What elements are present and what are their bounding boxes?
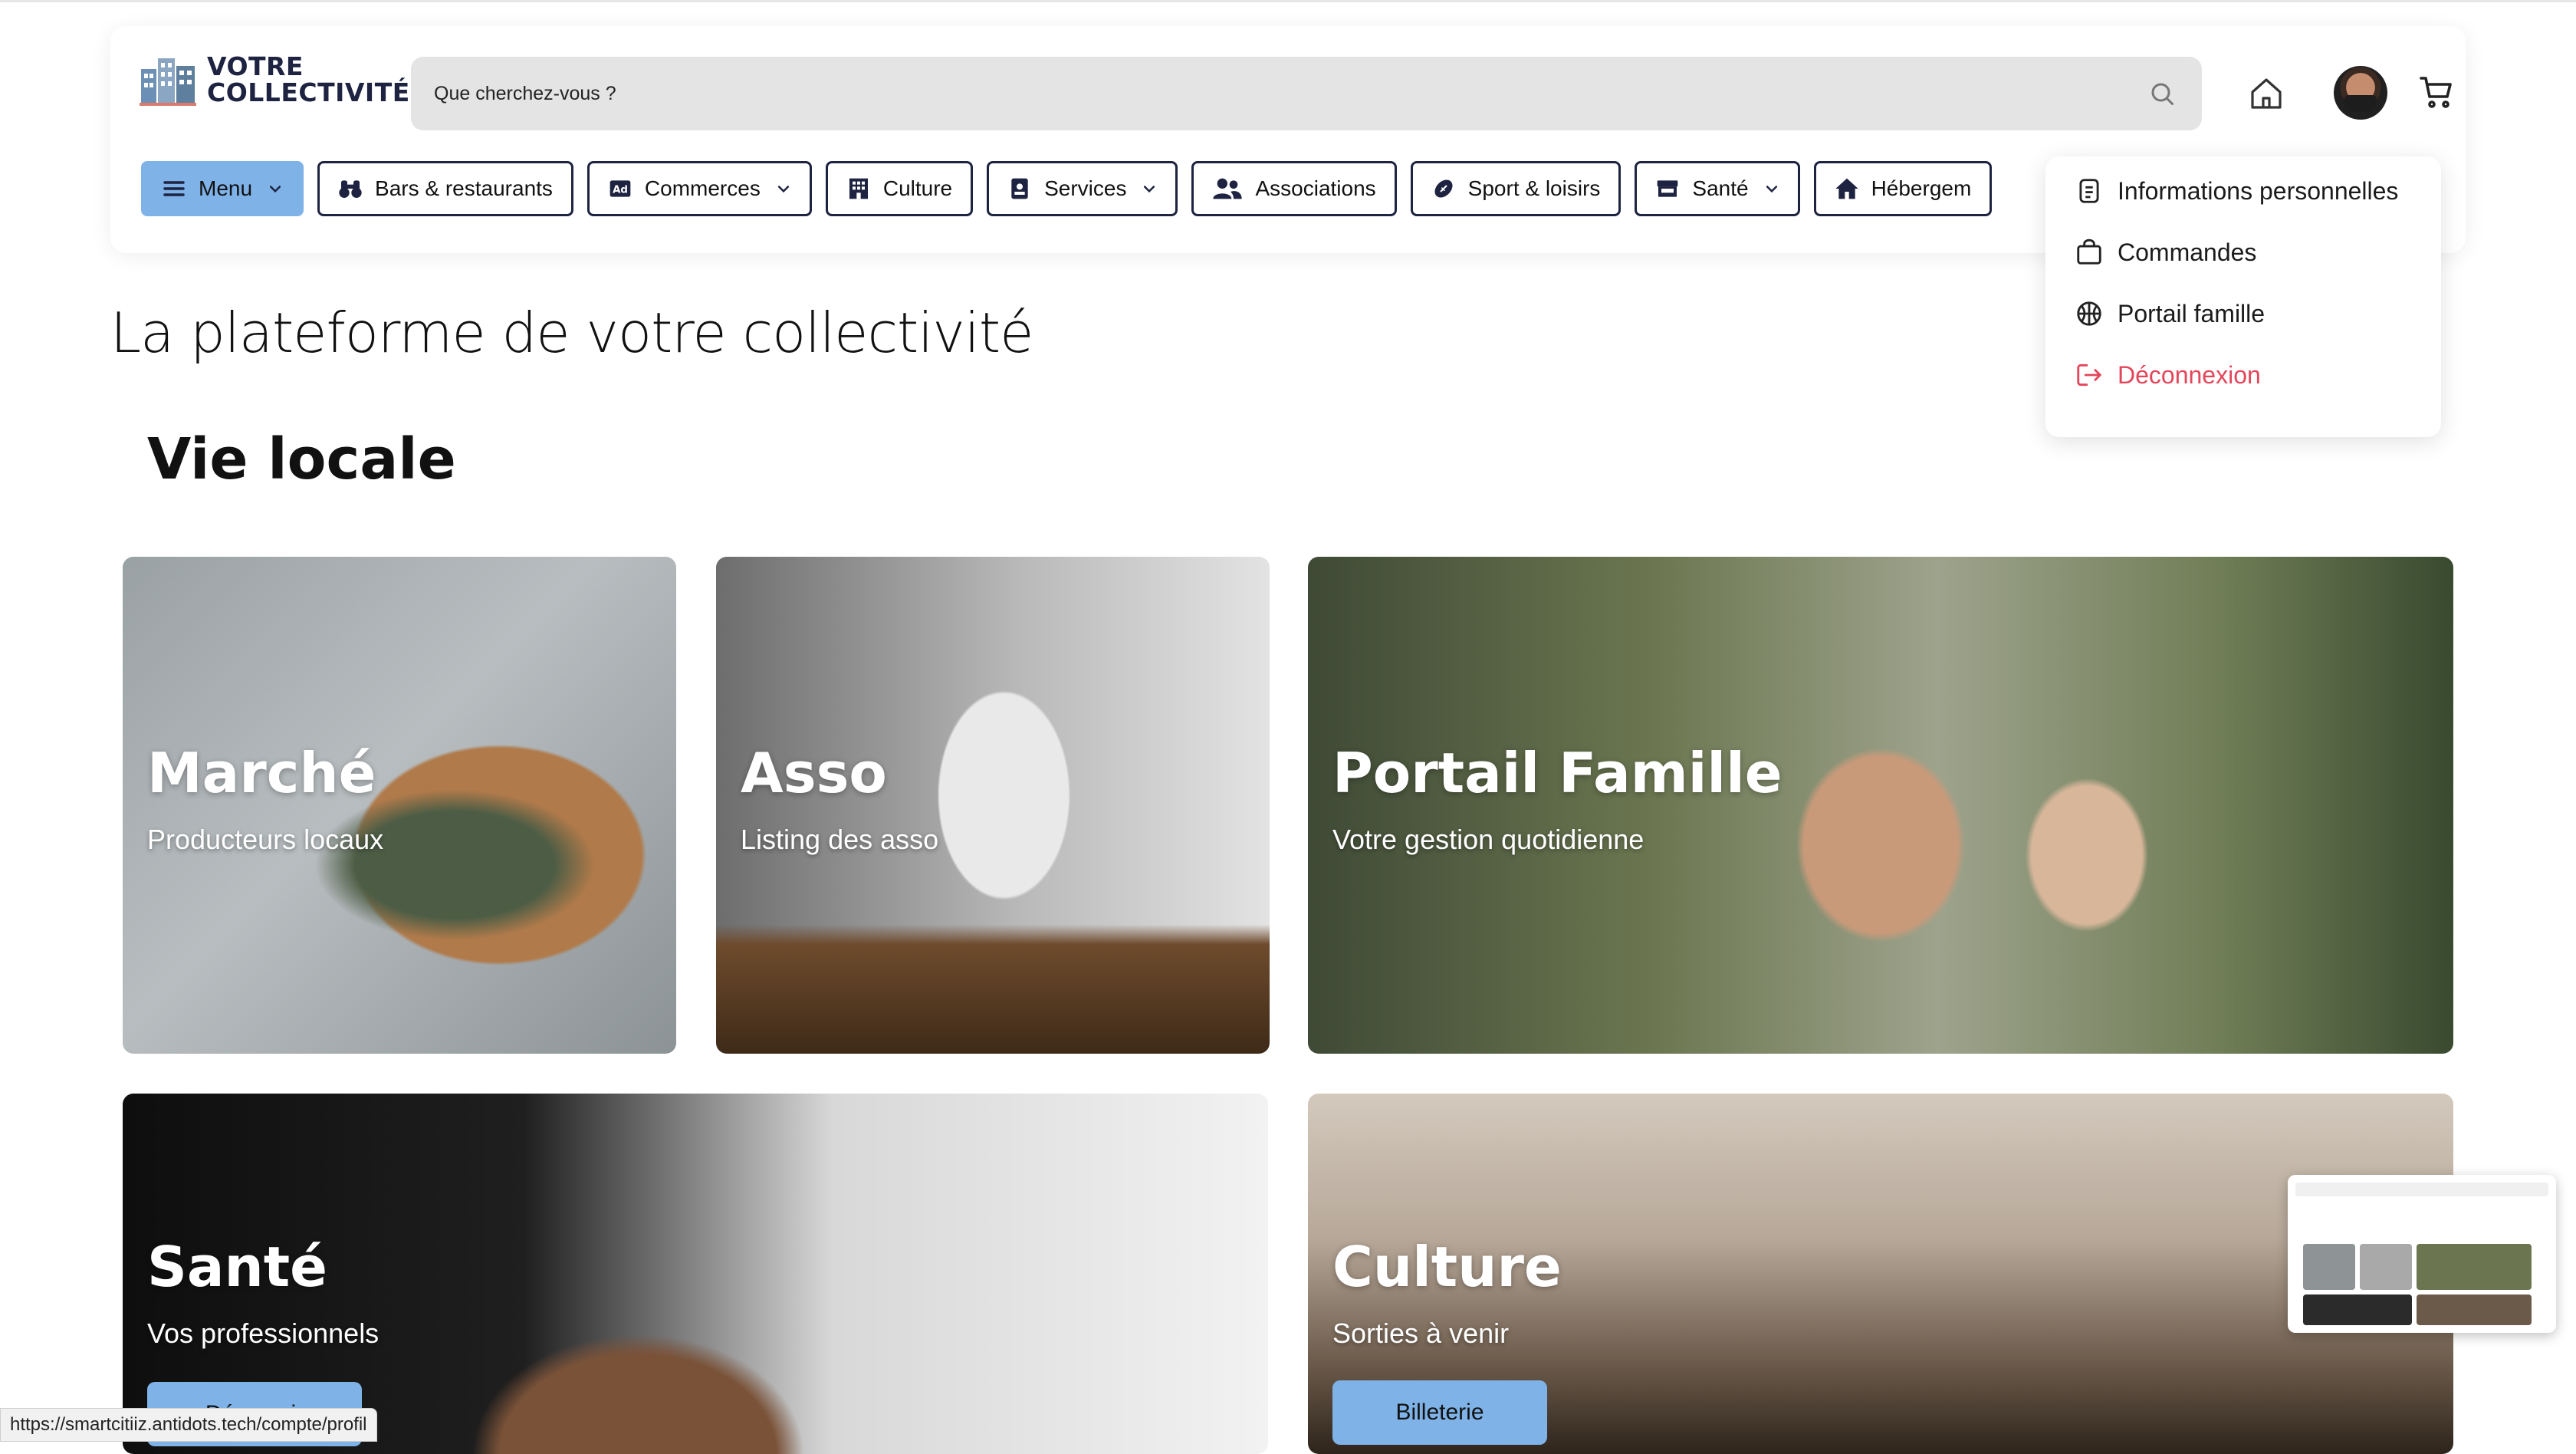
- nav-sport-loisirs[interactable]: Sport & loisirs: [1410, 161, 1622, 216]
- store-icon: [1658, 180, 1678, 197]
- nav-label: Santé: [1692, 176, 1749, 200]
- card-portail-famille[interactable]: Portail Famille Votre gestion quotidienn…: [1308, 557, 2453, 1054]
- document-icon: [2079, 179, 2099, 203]
- chevron-down-icon: [1766, 186, 1777, 193]
- nav-hebergement[interactable]: Hébergem: [1813, 161, 1993, 216]
- browser-top-border: [0, 0, 2576, 2]
- card-sante[interactable]: Santé Vos professionnels Découvrir: [123, 1094, 1268, 1454]
- home-icon[interactable]: [2248, 75, 2285, 112]
- search-icon[interactable]: [2148, 80, 2176, 107]
- hamburger-icon: [163, 181, 185, 196]
- card-title: Marché: [147, 741, 376, 805]
- logo-line-2: COLLECTIVITÉ: [207, 77, 410, 107]
- logo-line-1: VOTRE: [207, 51, 304, 81]
- nav-label: Hébergem: [1871, 176, 1972, 200]
- card-subtitle: Votre gestion quotidienne: [1332, 824, 1644, 855]
- link-status-url: https://smartcitiiz.antidots.tech/compte…: [0, 1408, 377, 1442]
- nav-label: Commerces: [644, 176, 761, 200]
- page-title: La plateforme de votre collectivité: [110, 301, 1033, 365]
- card-marche[interactable]: Marché Producteurs locaux: [123, 557, 676, 1054]
- card-subtitle: Vos professionnels: [147, 1317, 380, 1349]
- chevron-down-icon: [1144, 186, 1155, 193]
- chevron-down-icon: [777, 186, 789, 193]
- card-title: Culture: [1332, 1235, 1562, 1299]
- nav-sante[interactable]: Santé: [1635, 161, 1800, 216]
- screenshot-thumbnail-preview[interactable]: [2288, 1175, 2556, 1333]
- card-subtitle: Listing des asso: [741, 824, 939, 855]
- nav-associations[interactable]: Associations: [1191, 161, 1397, 216]
- menu-item-label: Portail famille: [2118, 299, 2266, 327]
- building-icon: [849, 178, 868, 199]
- city-buildings-icon: [140, 52, 196, 107]
- card-title: Asso: [741, 741, 887, 805]
- home-icon: [1835, 178, 1858, 199]
- card-culture[interactable]: Culture Sorties à venir Billeterie: [1308, 1094, 2453, 1454]
- cart-icon[interactable]: [2418, 74, 2455, 110]
- nav-menu[interactable]: Menu: [141, 161, 304, 216]
- search-bar[interactable]: [411, 57, 2202, 130]
- search-input[interactable]: [434, 57, 2105, 130]
- menu-item-deconnexion[interactable]: Déconnexion: [2075, 360, 2261, 390]
- category-nav: Menu Bars & restaurants Ad Commerces Cul…: [141, 161, 2088, 216]
- user-avatar[interactable]: [2334, 66, 2387, 120]
- chevron-down-icon: [269, 186, 281, 193]
- nav-label: Menu: [199, 176, 253, 200]
- card-title: Santé: [147, 1235, 327, 1299]
- menu-item-label: Informations personnelles: [2118, 176, 2399, 205]
- card-subtitle: Sorties à venir: [1332, 1317, 1510, 1349]
- nav-label: Sport & loisirs: [1467, 176, 1601, 200]
- section-title: Vie locale: [147, 426, 456, 492]
- badge-icon: [1011, 178, 1028, 199]
- nav-bars-restaurants[interactable]: Bars & restaurants: [317, 161, 573, 216]
- billeterie-button[interactable]: Billeterie: [1332, 1380, 1547, 1445]
- logout-icon: [2077, 364, 2101, 387]
- nav-label: Culture: [882, 176, 953, 200]
- nav-label: Bars & restaurants: [375, 176, 553, 200]
- nav-services[interactable]: Services: [987, 161, 1178, 216]
- nav-commerces[interactable]: Ad Commerces: [586, 161, 812, 216]
- card-title: Portail Famille: [1332, 741, 1783, 805]
- menu-item-label: Commandes: [2118, 238, 2257, 266]
- menu-item-informations[interactable]: Informations personnelles: [2075, 176, 2398, 206]
- menu-item-commandes[interactable]: Commandes: [2075, 238, 2256, 267]
- nav-label: Associations: [1255, 176, 1376, 200]
- user-menu-dropdown: Informations personnelles Commandes Port…: [2045, 156, 2441, 437]
- card-asso[interactable]: Asso Listing des asso: [716, 557, 1270, 1054]
- svg-text:Ad: Ad: [613, 184, 628, 196]
- users-icon: [1213, 178, 1243, 199]
- card-subtitle: Producteurs locaux: [147, 824, 384, 855]
- menu-item-label: Déconnexion: [2118, 360, 2261, 389]
- site-logo[interactable]: VOTRE COLLECTIVITÉ: [140, 52, 410, 107]
- basketball-icon: [2077, 301, 2101, 326]
- nav-label: Services: [1044, 176, 1127, 200]
- logo-text: VOTRE COLLECTIVITÉ: [207, 54, 410, 106]
- football-icon: [1434, 179, 1453, 198]
- binoculars-icon: [339, 180, 362, 198]
- nav-culture[interactable]: Culture: [825, 161, 974, 216]
- shopping-bag-icon: [2077, 238, 2101, 265]
- ad-icon: Ad: [610, 180, 631, 197]
- menu-item-portail-famille[interactable]: Portail famille: [2075, 299, 2265, 328]
